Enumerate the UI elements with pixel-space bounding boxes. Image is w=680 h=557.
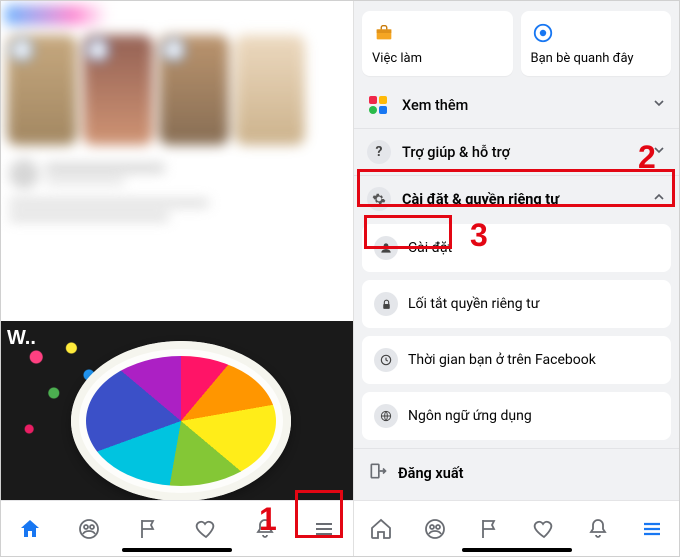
blurred-feed	[1, 1, 353, 321]
nav-home-r[interactable]	[361, 511, 401, 547]
submenu-time-label: Thời gian bạn ở trên Facebook	[408, 352, 596, 368]
shortcut-jobs[interactable]: Việc làm	[362, 11, 513, 76]
nearby-icon	[531, 21, 555, 45]
help-icon: ?	[366, 139, 392, 165]
briefcase-icon	[372, 21, 396, 45]
shortcut-nearby-friends[interactable]: Bạn bè quanh đây	[521, 11, 672, 76]
home-icon	[369, 517, 393, 541]
submenu-privacy-shortcuts[interactable]: Lối tắt quyền riêng tư	[362, 280, 671, 328]
groups-icon	[423, 517, 447, 541]
chevron-down-icon	[651, 95, 667, 115]
post-image: W..	[1, 321, 353, 501]
nav-dating[interactable]	[186, 511, 226, 547]
nav-groups[interactable]	[69, 511, 109, 547]
submenu-your-time[interactable]: Thời gian bạn ở trên Facebook	[362, 336, 671, 384]
nav-pages[interactable]	[128, 511, 168, 547]
see-more-icon	[366, 92, 392, 118]
flag-icon	[136, 517, 160, 541]
home-icon	[18, 517, 42, 541]
submenu-language-label: Ngôn ngữ ứng dụng	[408, 408, 532, 424]
lock-icon	[374, 292, 398, 316]
annotation-box-1	[295, 490, 343, 538]
annotation-number-3: 3	[470, 217, 488, 254]
shortcut-jobs-label: Việc làm	[372, 51, 503, 66]
annotation-box-2	[357, 169, 675, 207]
groups-icon	[77, 517, 101, 541]
heart-icon	[532, 517, 556, 541]
hamburger-icon	[640, 517, 664, 541]
flag-icon	[477, 517, 501, 541]
nav-menu-r[interactable]	[632, 511, 672, 547]
dual-phone-container: W.. 1	[0, 0, 680, 557]
bottom-nav-right	[354, 500, 679, 556]
nav-pages-r[interactable]	[469, 511, 509, 547]
left-phone-feed: W.. 1	[1, 1, 353, 556]
help-label: Trợ giúp & hỗ trợ	[402, 144, 641, 161]
heart-icon	[194, 517, 218, 541]
nav-groups-r[interactable]	[415, 511, 455, 547]
logout-row[interactable]: Đăng xuất	[354, 449, 679, 497]
settings-privacy-submenu: Cài đặt Lối tắt quyền riêng tư Thời gian…	[354, 222, 679, 448]
annotation-number-2: 2	[638, 139, 656, 176]
nav-notifications-r[interactable]	[578, 511, 618, 547]
annotation-number-1: 1	[259, 501, 277, 538]
logout-icon	[368, 461, 388, 485]
submenu-privacy-label: Lối tắt quyền riêng tư	[408, 296, 539, 312]
see-more-row[interactable]: Xem thêm	[354, 82, 679, 128]
shortcuts-row: Việc làm Bạn bè quanh đây	[354, 1, 679, 82]
annotation-box-3	[364, 215, 452, 249]
see-more-label: Xem thêm	[402, 97, 641, 114]
globe-icon	[374, 404, 398, 428]
nav-dating-r[interactable]	[524, 511, 564, 547]
logout-label: Đăng xuất	[398, 465, 463, 482]
right-phone-menu: Việc làm Bạn bè quanh đây Xem thêm ?	[353, 1, 679, 556]
shortcut-nearby-label: Bạn bè quanh đây	[531, 51, 662, 66]
submenu-language[interactable]: Ngôn ngữ ứng dụng	[362, 392, 671, 440]
nav-home[interactable]	[10, 511, 50, 547]
clock-icon	[374, 348, 398, 372]
bell-icon	[586, 517, 610, 541]
